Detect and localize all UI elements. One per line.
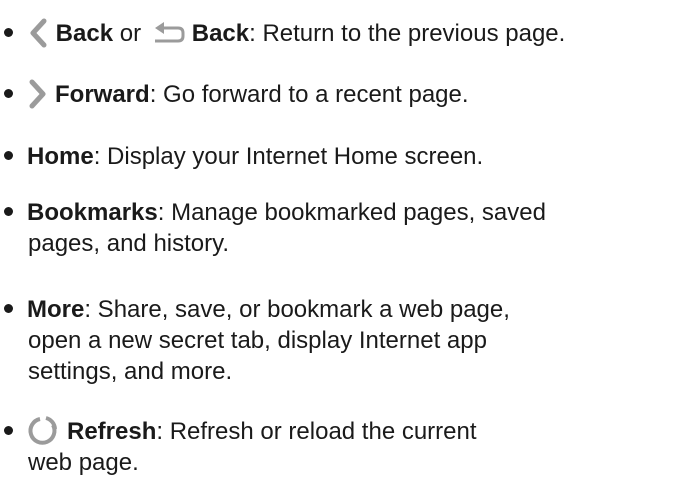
bookmarks-description: : Manage bookmarked pages, saved: [157, 199, 546, 226]
refresh-description-continued: web page.: [28, 449, 139, 476]
refresh-icon: [27, 415, 59, 447]
bullet: [4, 151, 13, 161]
bullet: [4, 89, 13, 99]
bullet: [4, 28, 13, 38]
back-label: Back: [55, 20, 114, 47]
bullet: [4, 207, 13, 217]
bookmarks-description-continued: pages, and history.: [28, 230, 230, 257]
navigation-button-list: Back or Back: Return to the previous pag…: [0, 0, 676, 491]
back-label-alt: Back: [191, 20, 250, 47]
bookmarks-label: Bookmarks: [27, 199, 158, 226]
chevron-right-icon: [27, 79, 49, 109]
list-item-bookmarks: Bookmarks: Manage bookmarked pages, save…: [0, 197, 676, 259]
bullet: [4, 426, 13, 436]
more-description-line-3: settings, and more.: [28, 358, 233, 385]
return-arrow-icon: [152, 21, 186, 45]
refresh-label: Refresh: [67, 418, 157, 445]
list-item-forward: Forward: Go forward to a recent page.: [0, 79, 676, 110]
list-item-back: Back or Back: Return to the previous pag…: [0, 18, 676, 49]
list-item-home: Home: Display your Internet Home screen.: [0, 141, 676, 172]
back-description: : Return to the previous page.: [249, 20, 566, 47]
more-label: More: [27, 296, 85, 323]
list-item-more: More: Share, save, or bookmark a web pag…: [0, 294, 676, 387]
more-description: : Share, save, or bookmark a web page,: [84, 296, 510, 323]
more-description-line-2: open a new secret tab, display Internet …: [28, 327, 487, 354]
home-description: : Display your Internet Home screen.: [93, 143, 484, 170]
forward-description: : Go forward to a recent page.: [149, 81, 469, 108]
or-text: or: [113, 20, 148, 47]
forward-label: Forward: [55, 81, 150, 108]
chevron-left-icon: [27, 18, 49, 48]
home-label: Home: [27, 143, 94, 170]
bullet: [4, 304, 13, 314]
list-item-refresh: Refresh: Refresh or reload the current w…: [0, 415, 676, 478]
refresh-description: : Refresh or reload the current: [156, 418, 477, 445]
